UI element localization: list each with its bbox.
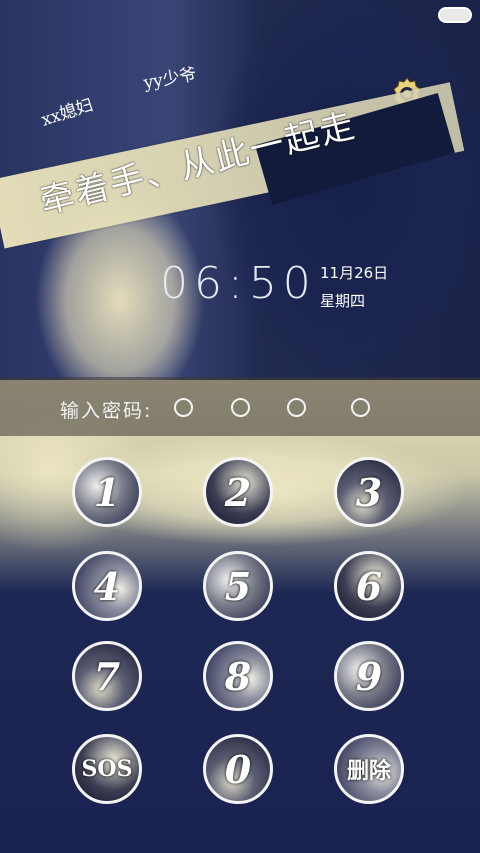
delete-button[interactable]: 删除 <box>334 734 404 804</box>
password-dot-4 <box>351 398 370 417</box>
battery-pill-icon <box>438 7 472 23</box>
password-label: 输入密码: <box>60 400 153 422</box>
password-dot-1 <box>174 398 193 417</box>
key-4[interactable]: 4 <box>72 551 142 621</box>
key-7[interactable]: 7 <box>72 641 142 711</box>
key-8[interactable]: 8 <box>203 641 273 711</box>
key-0[interactable]: 0 <box>203 734 273 804</box>
key-5[interactable]: 5 <box>203 551 273 621</box>
password-dot-2 <box>231 398 250 417</box>
password-dot-3 <box>287 398 306 417</box>
key-3[interactable]: 3 <box>334 457 404 527</box>
key-2[interactable]: 2 <box>203 457 273 527</box>
clock-date: 11月26日 <box>320 264 389 282</box>
key-1[interactable]: 1 <box>72 457 142 527</box>
key-6[interactable]: 6 <box>334 551 404 621</box>
key-9[interactable]: 9 <box>334 641 404 711</box>
clock-time: 06:50 <box>160 258 317 309</box>
clock-weekday: 星期四 <box>320 292 366 310</box>
sos-button[interactable]: SOS <box>72 734 142 804</box>
